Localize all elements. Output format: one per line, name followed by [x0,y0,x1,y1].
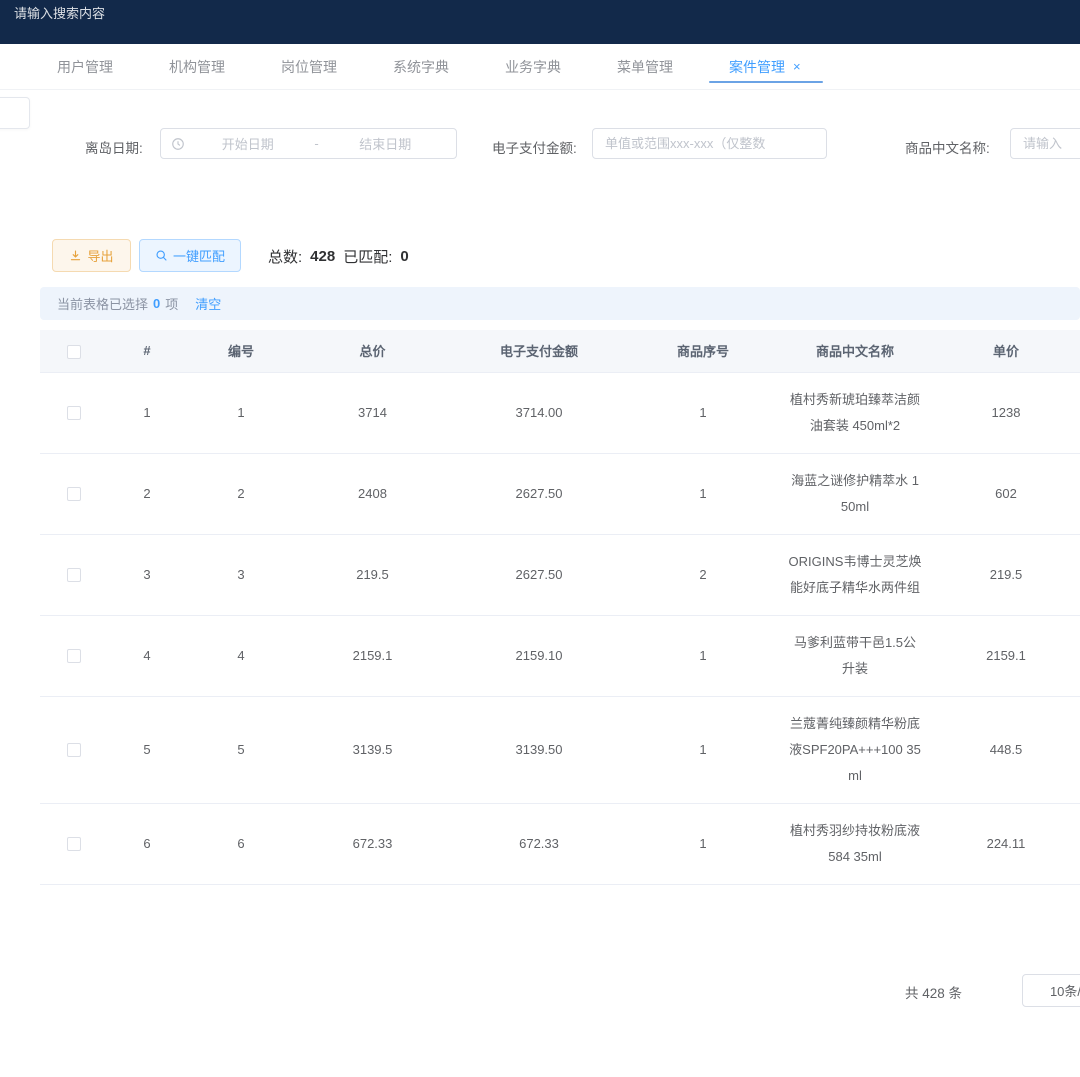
amount-filter-input[interactable] [593,129,826,158]
table-row: 1 1 3714 3714.00 1 植村秀新琥珀臻萃洁颜油套装 450ml*2… [40,372,1080,453]
col-header-epay-amount: 电子支付金额 [450,330,628,372]
date-range-picker[interactable]: 开始日期 - 结束日期 [160,128,457,159]
total-label: 总数: [268,246,302,267]
tab-system-dictionary[interactable]: 系统字典 [387,44,455,90]
col-header-number: 编号 [187,330,295,372]
top-navbar [0,0,1080,44]
product-name-filter-field [1010,128,1080,159]
row-checkbox[interactable] [67,649,81,663]
amount-filter-label: 电子支付金额: [492,137,577,157]
tab-close-icon[interactable]: × [793,59,801,74]
match-stats: 总数: 428 已匹配: 0 [268,246,409,267]
tab-post-management[interactable]: 岗位管理 [275,44,343,90]
table-row: 7 7 602 602.00 1 海蓝之谜修护精萃水 150ml 602 [40,884,1080,903]
select-all-checkbox[interactable] [67,345,81,359]
pagination-total: 共 428 条 [905,982,962,1002]
product-name-filter-label: 商品中文名称: [905,137,990,157]
total-value: 428 [310,248,335,265]
date-filter-label: 离岛日期: [85,137,143,157]
selection-prefix: 当前表格已选择 [57,294,148,313]
tab-bar: 用户管理 机构管理 岗位管理 系统字典 业务字典 菜单管理 案件管理 × [0,44,1080,90]
amount-filter-field [592,128,827,159]
tab-case-management-label: 案件管理 [729,57,785,77]
global-search-input[interactable] [14,6,274,21]
table-row: 5 5 3139.5 3139.50 1 兰蔻菁纯臻颜精华粉底液SPF20PA+… [40,696,1080,803]
product-name-filter-input[interactable] [1011,129,1080,158]
end-date-placeholder[interactable]: 结束日期 [325,134,447,153]
one-click-match-button[interactable]: 一键匹配 [139,239,241,272]
selection-suffix: 项 [165,294,178,313]
row-checkbox[interactable] [67,406,81,420]
col-header-index: # [107,330,187,372]
table-row: 6 6 672.33 672.33 1 植村秀羽纱持妆粉底液 584 35ml … [40,803,1080,884]
date-range-separator: - [309,136,325,151]
clear-selection-link[interactable]: 清空 [195,294,221,313]
row-checkbox[interactable] [67,743,81,757]
table-row: 4 4 2159.1 2159.10 1 马爹利蓝带干邑1.5公升装 2159.… [40,615,1080,696]
tab-menu-management[interactable]: 菜单管理 [611,44,679,90]
search-icon [155,249,168,262]
row-checkbox[interactable] [67,837,81,851]
collapsed-side-panel [0,97,30,129]
col-header-product-seq: 商品序号 [628,330,778,372]
selection-count: 0 [153,296,160,311]
tab-org-management[interactable]: 机构管理 [163,44,231,90]
tab-case-management[interactable]: 案件管理 × [723,44,807,90]
tab-user-management[interactable]: 用户管理 [51,44,119,90]
table-header-row: # 编号 总价 电子支付金额 商品序号 商品中文名称 单价 [40,330,1080,372]
col-header-total-price: 总价 [295,330,450,372]
table-row: 2 2 2408 2627.50 1 海蓝之谜修护精萃水 150ml 602 [40,453,1080,534]
export-button-label: 导出 [87,246,113,265]
clock-icon [171,137,185,151]
col-header-product-name: 商品中文名称 [778,330,932,372]
export-button[interactable]: 导出 [52,239,131,272]
download-icon [69,249,82,262]
row-checkbox[interactable] [67,487,81,501]
table-row: 3 3 219.5 2627.50 2 ORIGINS韦博士灵芝焕能好底子精华水… [40,534,1080,615]
tab-business-dictionary[interactable]: 业务字典 [499,44,567,90]
selection-info-bar: 当前表格已选择 0 项 清空 [40,287,1080,320]
matched-value: 0 [400,248,408,265]
row-checkbox[interactable] [67,568,81,582]
col-header-unit-price: 单价 [932,330,1080,372]
page-size-select[interactable]: 10条/页 [1022,974,1080,1007]
match-button-label: 一键匹配 [173,246,225,265]
cases-table: # 编号 总价 电子支付金额 商品序号 商品中文名称 单价 1 1 3714 3… [40,330,1080,903]
pagination: 共 428 条 10条/页 [0,974,1080,1008]
matched-label: 已匹配: [343,246,392,267]
start-date-placeholder[interactable]: 开始日期 [187,134,309,153]
